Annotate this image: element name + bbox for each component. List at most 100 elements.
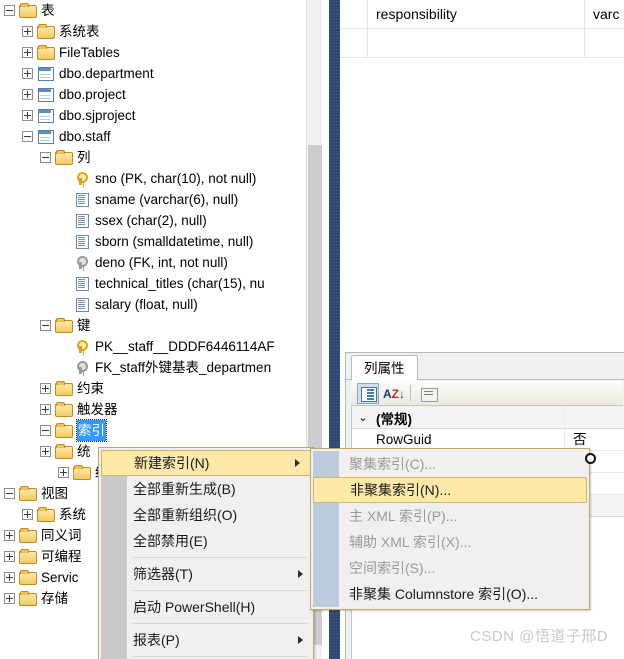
tree-node-label: 存储	[41, 591, 68, 606]
collapse-icon[interactable]	[4, 488, 15, 499]
menu-separator	[133, 557, 307, 558]
menu-item[interactable]: 启动 PowerShell(H)	[99, 594, 313, 620]
menu-item[interactable]: 新建索引(N)	[101, 450, 311, 476]
expand-icon[interactable]	[22, 68, 33, 79]
column-type-cell[interactable]	[585, 29, 624, 57]
menu-item[interactable]: 非聚集 Columnstore 索引(O)...	[311, 581, 589, 607]
tree-node[interactable]: 表	[0, 0, 316, 21]
collapse-icon[interactable]	[22, 131, 33, 142]
folder-icon	[37, 45, 55, 60]
menu-item[interactable]: 全部重新生成(B)	[99, 476, 313, 502]
menu-item-label: 报表(P)	[133, 632, 180, 648]
table-icon	[37, 66, 54, 81]
tree-node[interactable]: 列	[0, 147, 316, 168]
tree-node-label: dbo.sjproject	[59, 108, 136, 123]
expand-icon[interactable]	[22, 89, 33, 100]
expand-icon[interactable]	[4, 593, 15, 604]
tree-node[interactable]: 系统表	[0, 21, 316, 42]
tree-node[interactable]: PK__staff__DDDF6446114AF	[0, 336, 316, 357]
collapse-icon[interactable]	[40, 320, 51, 331]
expand-icon[interactable]	[4, 551, 15, 562]
expand-icon[interactable]	[22, 509, 33, 520]
menu-item-label: 筛选器(T)	[133, 566, 193, 582]
expand-icon[interactable]	[40, 383, 51, 394]
tree-node-label: 可编程	[41, 549, 82, 564]
expand-icon[interactable]	[22, 47, 33, 58]
table-row[interactable]	[340, 29, 624, 58]
property-pages-icon[interactable]	[417, 383, 439, 404]
tree-node[interactable]: 约束	[0, 378, 316, 399]
menu-item: 辅助 XML 索引(X)...	[311, 529, 589, 555]
property-group-label: (常规)	[376, 411, 412, 427]
menu-item-label: 启动 PowerShell(H)	[133, 599, 256, 615]
context-menu-index[interactable]: 新建索引(N) 全部重新生成(B) 全部重新组织(O) 全部禁用(E) 筛选器(T) 启动…	[98, 447, 314, 659]
expand-icon[interactable]	[22, 110, 33, 121]
tree-node-label: Servic	[41, 570, 79, 585]
tree-node[interactable]: salary (float, null)	[0, 294, 316, 315]
context-submenu-new-index[interactable]: 聚集索引(C)... 非聚集索引(N)... 主 XML 索引(P)... 辅助 XM…	[310, 448, 590, 610]
tree-node[interactable]: 键	[0, 315, 316, 336]
menu-item-label: 全部重新组织(O)	[133, 507, 238, 523]
row-selector[interactable]	[340, 29, 368, 57]
table-designer-grid[interactable]: responsibility varc	[340, 0, 624, 330]
tree-node[interactable]: dbo.project	[0, 84, 316, 105]
menu-item[interactable]: 全部禁用(E)	[99, 528, 313, 554]
folder-icon	[37, 24, 55, 39]
column-icon	[73, 297, 90, 312]
tree-node[interactable]: sborn (smalldatetime, null)	[0, 231, 316, 252]
tree-node[interactable]: sname (varchar(6), null)	[0, 189, 316, 210]
menu-item-label: 新建索引(N)	[134, 455, 210, 471]
folder-icon	[55, 402, 73, 417]
expand-icon[interactable]	[4, 572, 15, 583]
tree-node[interactable]: dbo.staff	[0, 126, 316, 147]
table-icon	[37, 129, 54, 144]
expand-icon[interactable]	[40, 446, 51, 457]
column-name-cell[interactable]	[368, 29, 585, 57]
column-type-cell[interactable]: varc	[585, 0, 624, 28]
folder-icon	[19, 528, 37, 543]
tree-node-label: dbo.staff	[59, 129, 111, 144]
expand-icon[interactable]	[22, 26, 33, 37]
menu-item[interactable]: 非聚集索引(N)...	[313, 477, 587, 503]
column-name-cell[interactable]: responsibility	[368, 0, 585, 28]
tree-node-label: sname (varchar(6), null)	[95, 192, 239, 207]
menu-item: 聚集索引(C)...	[311, 451, 589, 477]
tree-node[interactable]: FileTables	[0, 42, 316, 63]
row-selector[interactable]	[340, 0, 368, 28]
tree-node[interactable]: 触发器	[0, 399, 316, 420]
mouse-cursor-indicator	[585, 453, 596, 464]
menu-item: 主 XML 索引(P)...	[311, 503, 589, 529]
table-row[interactable]: responsibility varc	[340, 0, 624, 29]
tree-node-label: 列	[77, 150, 91, 165]
collapse-icon[interactable]	[4, 5, 15, 16]
expand-icon[interactable]	[58, 467, 69, 478]
tree-node[interactable]: FK_staff外键基表_departmen	[0, 357, 316, 378]
tree-node-label: 索引	[76, 419, 107, 442]
tree-node[interactable]: technical_titles (char(15), nu	[0, 273, 316, 294]
menu-item[interactable]: 报表(P)	[99, 627, 313, 653]
menu-item[interactable]: 全部重新组织(O)	[99, 502, 313, 528]
menu-item-label: 聚集索引(C)...	[349, 456, 437, 472]
tab-column-properties[interactable]: 列属性	[351, 355, 418, 381]
tree-node[interactable]: 索引	[0, 419, 316, 442]
chevron-down-icon[interactable]: ⌄	[352, 411, 374, 424]
categorized-icon[interactable]	[357, 382, 379, 404]
tree-node[interactable]: dbo.sjproject	[0, 105, 316, 126]
menu-item[interactable]: 筛选器(T)	[99, 561, 313, 587]
tree-node-label: sno (PK, char(10), not null)	[95, 171, 257, 186]
tree-node[interactable]: deno (FK, int, not null)	[0, 252, 316, 273]
collapse-icon[interactable]	[40, 425, 51, 436]
expand-icon[interactable]	[40, 404, 51, 415]
property-group-header[interactable]: ⌄ (常规)	[352, 407, 624, 429]
sort-az-icon[interactable]: AZ↓	[382, 383, 405, 404]
expand-icon[interactable]	[4, 530, 15, 541]
tree-node[interactable]: sno (PK, char(10), not null)	[0, 168, 316, 189]
submenu-arrow-icon	[295, 459, 300, 467]
tree-node[interactable]: ssex (char(2), null)	[0, 210, 316, 231]
collapse-icon[interactable]	[40, 152, 51, 163]
tree-node[interactable]: dbo.department	[0, 63, 316, 84]
table-icon	[37, 87, 54, 102]
